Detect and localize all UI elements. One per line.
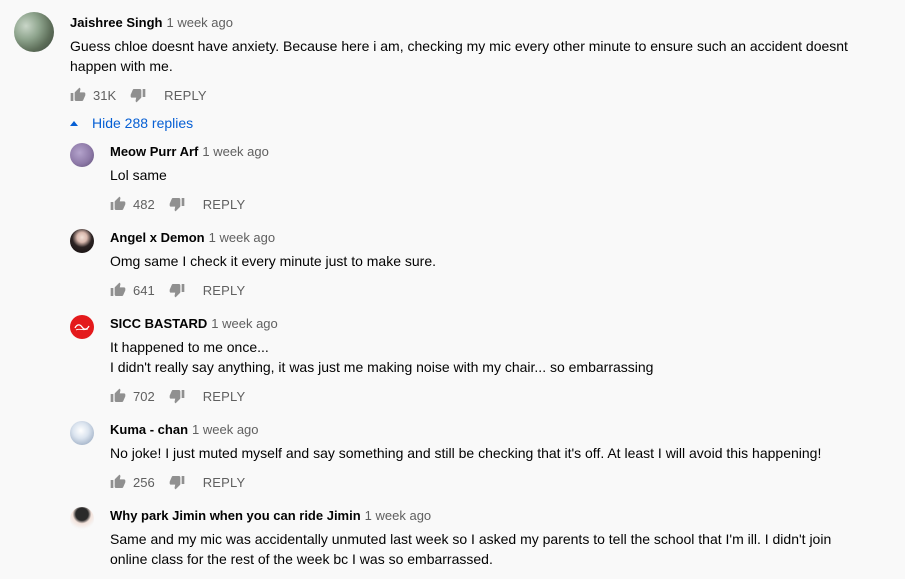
- avatar[interactable]: [70, 229, 94, 253]
- thumbs-up-icon[interactable]: [110, 196, 126, 212]
- like-count: 702: [133, 388, 155, 404]
- comment-text-line: Guess chloe doesnt have anxiety. Because…: [70, 38, 848, 54]
- comment-actions: 256 REPLY: [110, 472, 245, 492]
- like-count: 641: [133, 282, 155, 298]
- comment-actions: 641 REPLY: [110, 280, 245, 300]
- comment-header: Angel x Demon 1 week ago: [110, 229, 275, 247]
- comment-header: Kuma - chan 1 week ago: [110, 421, 259, 439]
- thumbs-down-icon[interactable]: [169, 196, 185, 212]
- comment-time[interactable]: 1 week ago: [211, 316, 278, 331]
- comment-text: Guess chloe doesnt have anxiety. Because…: [70, 36, 848, 76]
- author-name[interactable]: Kuma - chan: [110, 422, 188, 437]
- comment-time[interactable]: 1 week ago: [209, 230, 276, 245]
- comment-text: Lol same: [110, 165, 167, 185]
- comment-time[interactable]: 1 week ago: [202, 144, 269, 159]
- like-count: 31K: [93, 87, 117, 103]
- comment-header: Meow Purr Arf 1 week ago: [110, 143, 269, 161]
- comment-text-line: online class for the rest of the week bc…: [110, 551, 493, 567]
- comment-text-line: happen with me.: [70, 58, 173, 74]
- author-name[interactable]: Angel x Demon: [110, 230, 205, 245]
- comment-text-line: I didn't really say anything, it was jus…: [110, 359, 654, 375]
- reply-button[interactable]: REPLY: [203, 283, 246, 298]
- comment-actions: 31K REPLY: [70, 85, 207, 105]
- comment-text-line: Same and my mic was accidentally unmuted…: [110, 531, 832, 547]
- comment-header: Why park Jimin when you can ride Jimin 1 …: [110, 507, 431, 525]
- comment-actions: 702 REPLY: [110, 386, 245, 406]
- thumbs-down-icon[interactable]: [169, 282, 185, 298]
- thumbs-up-icon[interactable]: [70, 87, 86, 103]
- comment-text: No joke! I just muted myself and say som…: [110, 443, 821, 463]
- avatar[interactable]: [70, 143, 94, 167]
- reply-button[interactable]: REPLY: [203, 475, 246, 490]
- avatar[interactable]: [70, 507, 94, 531]
- comment-text-line: Lol same: [110, 167, 167, 183]
- hide-replies-button[interactable]: Hide 288 replies: [70, 115, 193, 131]
- avatar[interactable]: [70, 315, 94, 339]
- reply-button[interactable]: REPLY: [203, 389, 246, 404]
- avatar[interactable]: [14, 12, 54, 52]
- author-name[interactable]: Jaishree Singh: [70, 15, 162, 30]
- author-name[interactable]: Why park Jimin when you can ride Jimin: [110, 508, 361, 523]
- author-name[interactable]: Meow Purr Arf: [110, 144, 198, 159]
- comment-text-line: Omg same I check it every minute just to…: [110, 253, 437, 269]
- comment-header: Jaishree Singh 1 week ago: [70, 14, 233, 32]
- caret-up-icon: [70, 120, 78, 126]
- thumbs-up-icon[interactable]: [110, 388, 126, 404]
- comment-time[interactable]: 1 week ago: [166, 15, 233, 30]
- comment-text-line: No joke! I just muted myself and say som…: [110, 445, 822, 461]
- like-count: 256: [133, 474, 155, 490]
- like-count: 482: [133, 196, 155, 212]
- comment-text: It happened to me once... I didn't reall…: [110, 337, 653, 377]
- comment-header: SICC BASTARD 1 week ago: [110, 315, 278, 333]
- thumbs-down-icon[interactable]: [130, 87, 146, 103]
- author-name[interactable]: SICC BASTARD: [110, 316, 207, 331]
- avatar[interactable]: [70, 421, 94, 445]
- thumbs-up-icon[interactable]: [110, 474, 126, 490]
- reply-button[interactable]: REPLY: [164, 88, 207, 103]
- comment-actions: 482 REPLY: [110, 194, 245, 214]
- coca-cola-logo-icon: [74, 324, 90, 331]
- comment-text-line: It happened to me once...: [110, 339, 269, 355]
- thumbs-up-icon[interactable]: [110, 282, 126, 298]
- thumbs-down-icon[interactable]: [169, 474, 185, 490]
- hide-replies-label: Hide 288 replies: [92, 115, 194, 131]
- comment-text: Omg same I check it every minute just to…: [110, 251, 436, 271]
- reply-button[interactable]: REPLY: [203, 197, 246, 212]
- comment-time[interactable]: 1 week ago: [192, 422, 259, 437]
- comment-text: Same and my mic was accidentally unmuted…: [110, 529, 831, 569]
- comment-time[interactable]: 1 week ago: [365, 508, 432, 523]
- thumbs-down-icon[interactable]: [169, 388, 185, 404]
